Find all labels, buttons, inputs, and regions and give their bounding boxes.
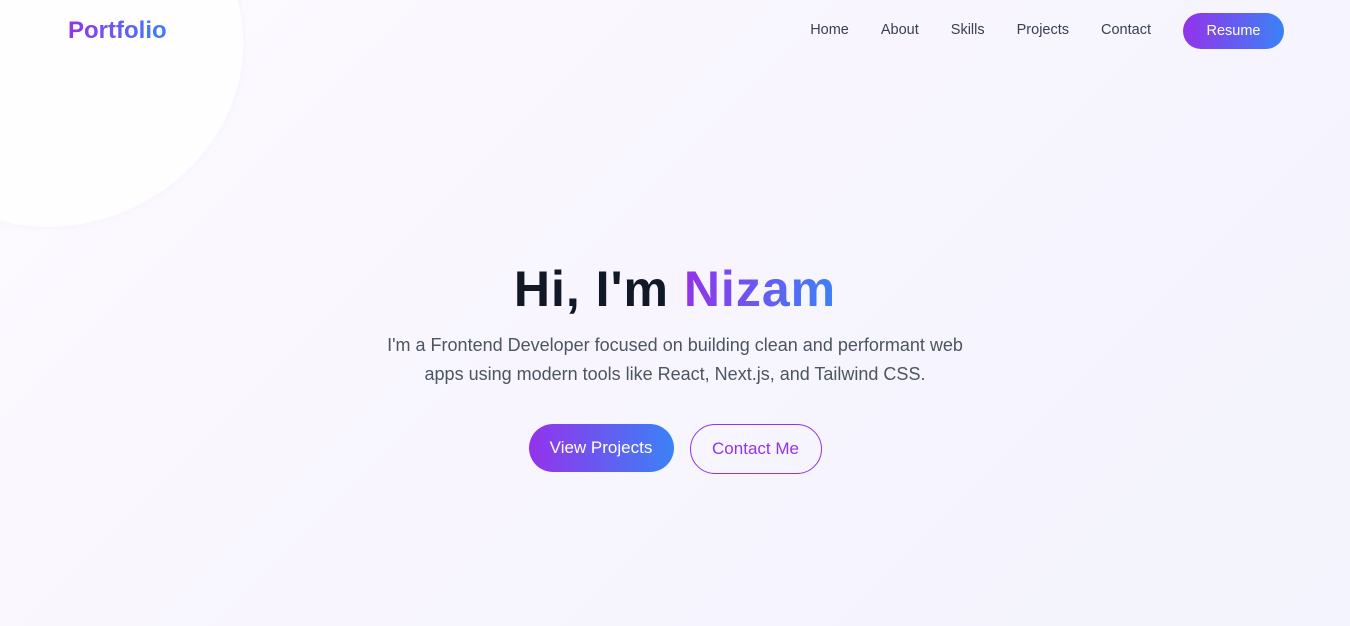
hero-greeting: Hi, I'm — [513, 261, 669, 317]
hero-actions: View Projects Contact Me — [0, 424, 1350, 474]
view-projects-button[interactable]: View Projects — [528, 424, 674, 472]
navbar: Portfolio Home About Skills Projects Con… — [0, 0, 1350, 62]
resume-button[interactable]: Resume — [1183, 13, 1284, 49]
hero-title: Hi, I'm Nizam — [0, 258, 1350, 320]
nav-links: Home About Skills Projects Contact — [810, 22, 1151, 38]
contact-me-button[interactable]: Contact Me — [689, 424, 822, 474]
hero-section: Hi, I'm Nizam I'm a Frontend Developer f… — [0, 258, 1350, 474]
hero-name: Nizam — [683, 261, 837, 317]
nav-link-about[interactable]: About — [881, 22, 919, 38]
hero-description: I'm a Frontend Developer focused on buil… — [387, 335, 963, 384]
nav-link-skills[interactable]: Skills — [951, 22, 985, 38]
nav-link-home[interactable]: Home — [810, 22, 849, 38]
site-logo[interactable]: Portfolio — [68, 17, 167, 45]
nav-link-contact[interactable]: Contact — [1101, 22, 1151, 38]
nav-link-projects[interactable]: Projects — [1017, 22, 1069, 38]
